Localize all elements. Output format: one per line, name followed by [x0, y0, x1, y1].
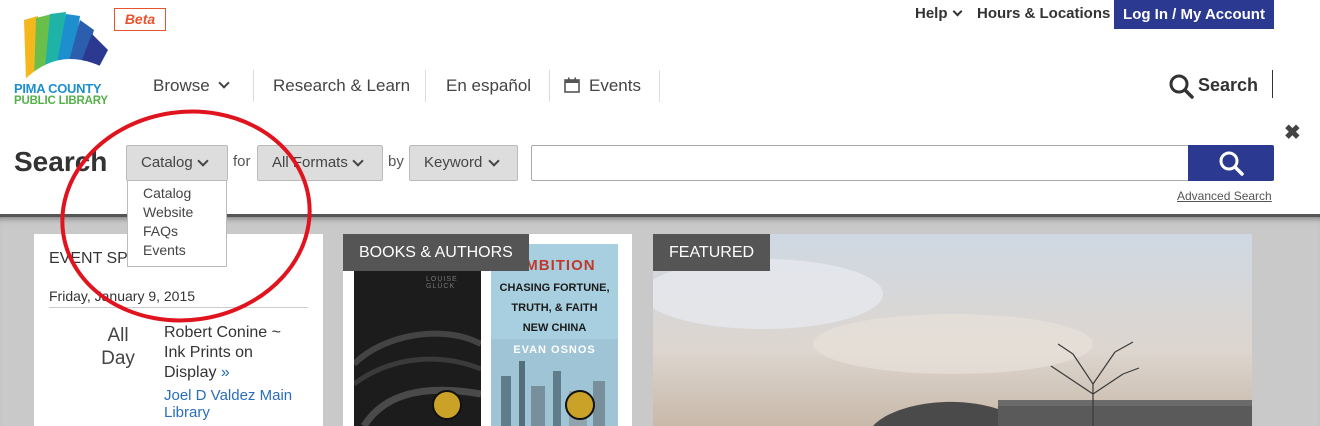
logo-line2: PUBLIC LIBRARY — [14, 95, 108, 107]
search-scope-value: Catalog — [141, 154, 193, 171]
event-card-heading: EVENT SP — [49, 250, 128, 267]
book-cover[interactable]: AMBITION CHASING FORTUNE, TRUTH, & FAITH… — [491, 244, 618, 426]
nav-divider — [425, 70, 426, 102]
search-scope-menu: Catalog Website FAQs Events — [127, 181, 227, 267]
chevron-down-icon — [352, 155, 364, 167]
medal-icon — [432, 390, 462, 420]
beta-badge: Beta — [114, 8, 166, 31]
featured-label: FEATURED — [653, 234, 771, 271]
book-subtitle-3: NEW CHINA — [522, 322, 587, 334]
format-value: All Formats — [272, 154, 348, 171]
search-icon — [1219, 151, 1244, 176]
search-field-dropdown[interactable]: Keyword — [409, 145, 518, 181]
nav-divider — [549, 70, 550, 102]
medal-icon — [565, 390, 595, 420]
search-submit-button[interactable] — [1188, 145, 1274, 181]
calendar-icon — [564, 77, 580, 93]
nav-research-learn[interactable]: Research & Learn — [273, 70, 410, 102]
book-cover[interactable]: LOUISE GLÜCK — [354, 244, 481, 426]
site-header: PIMA COUNTY PUBLIC LIBRARY Beta Help Hou… — [0, 0, 1320, 120]
login-button[interactable]: Log In / My Account — [1114, 0, 1274, 29]
menu-item-faqs[interactable]: FAQs — [128, 222, 226, 241]
format-dropdown[interactable]: All Formats — [257, 145, 383, 181]
logo-line1: PIMA COUNTY — [14, 81, 102, 96]
book-cover-skyline — [501, 361, 605, 426]
nav-browse-label: Browse — [153, 76, 210, 95]
event-location-link[interactable]: Joel D Valdez Main Library — [164, 387, 304, 421]
divider — [49, 307, 308, 308]
header-search-toggle[interactable]: Search — [1198, 70, 1258, 100]
search-input[interactable] — [531, 145, 1189, 181]
event-date: Friday, January 9, 2015 — [49, 288, 196, 304]
nav-browse[interactable]: Browse — [153, 70, 230, 102]
books-authors-label: BOOKS & AUTHORS — [343, 234, 529, 271]
search-heading: Search — [14, 146, 108, 177]
chevron-down-icon — [488, 155, 500, 167]
close-search-icon[interactable]: ✖ — [1284, 122, 1301, 144]
event-title[interactable]: Robert Conine ~ Ink Prints on Display » — [164, 323, 304, 383]
chevron-down-icon — [197, 155, 209, 167]
help-menu[interactable]: Help — [915, 0, 962, 28]
advanced-search-link[interactable]: Advanced Search — [1177, 189, 1272, 203]
event-time: All Day — [101, 325, 135, 369]
nav-divider — [659, 70, 660, 102]
menu-item-events[interactable]: Events — [128, 241, 226, 260]
connector-by: by — [388, 153, 404, 170]
search-field-value: Keyword — [424, 154, 483, 171]
nav-divider — [253, 70, 254, 102]
menu-item-website[interactable]: Website — [128, 203, 226, 222]
search-icon[interactable] — [1168, 73, 1194, 99]
book-cover-art — [354, 330, 481, 426]
library-logo[interactable]: PIMA COUNTY PUBLIC LIBRARY — [14, 10, 124, 110]
logo-icon — [22, 12, 112, 82]
connector-for: for — [233, 153, 251, 170]
search-scope-dropdown[interactable]: Catalog — [126, 145, 228, 181]
nav-en-espanol[interactable]: En español — [446, 70, 531, 102]
chevron-down-icon — [952, 6, 962, 17]
book-subtitle-1: CHASING FORTUNE, — [499, 282, 610, 294]
hours-locations-link[interactable]: Hours & Locations — [977, 0, 1110, 28]
nav-events[interactable]: Events — [589, 70, 641, 102]
event-more-link[interactable]: » — [221, 364, 230, 381]
header-search-divider — [1272, 70, 1273, 98]
book-subtitle-2: TRUTH, & FAITH — [511, 302, 598, 314]
chevron-down-icon — [218, 77, 230, 89]
book-author: EVAN OSNOS — [513, 344, 596, 356]
menu-item-catalog[interactable]: Catalog — [128, 184, 226, 203]
help-label: Help — [915, 5, 948, 22]
